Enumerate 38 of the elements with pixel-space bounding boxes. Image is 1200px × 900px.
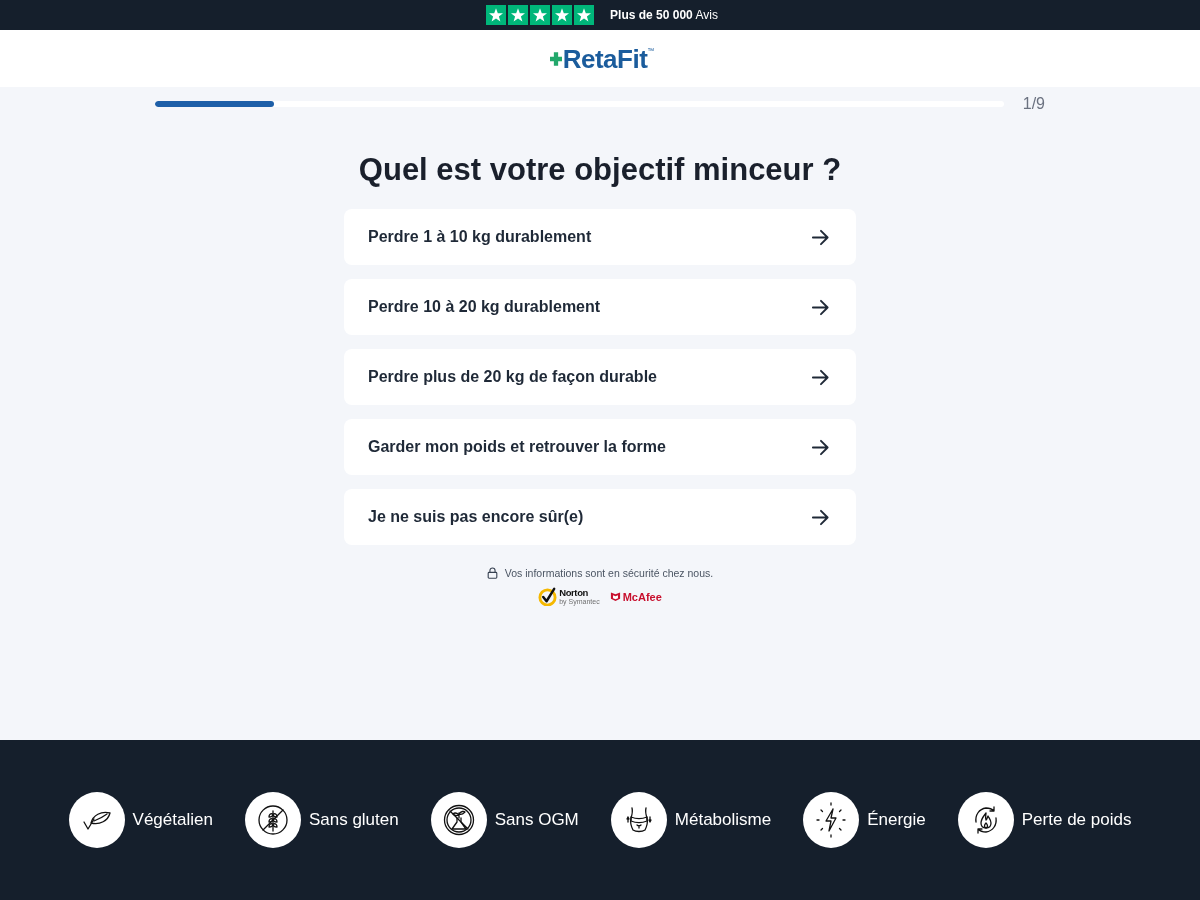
answer-option[interactable]: Perdre 10 à 20 kg durablement [344,279,856,335]
feature-label: Énergie [867,810,926,830]
star-icon [508,5,529,25]
shield-icon [609,591,621,602]
crossed-wheat-icon [244,792,301,848]
feature-label: Métabolisme [674,810,772,830]
plus-icon [549,49,562,68]
arrow-right-icon [811,227,830,247]
answer-option[interactable]: Garder mon poids et retrouver la forme [344,419,856,475]
crossed-flask-icon [430,792,487,848]
feature-label: Sans gluten [308,810,399,830]
badge-name: McAfee [622,590,662,603]
checkmark-seal-icon [538,587,558,606]
step-counter: 1/9 [1022,95,1045,113]
lightning-icon [803,792,860,848]
answer-option[interactable]: Perdre 1 à 10 kg durablement [344,209,856,265]
arrow-right-icon [811,507,830,527]
badge-name: Norton [559,588,589,598]
question-title: Quel est votre objectif minceur ? [358,152,842,188]
star-icon [530,5,551,25]
logo-text: RetaFit [562,43,648,74]
leaf-check-icon [68,792,125,848]
arrow-right-icon [811,297,830,317]
flame-cycle-icon [957,792,1014,848]
feature-label: Végétalien [132,810,213,830]
lock-icon [486,567,498,579]
feature-label: Sans OGM [494,810,579,830]
waist-tape-icon [610,792,667,848]
arrow-right-icon [811,437,830,457]
star-icon [552,5,573,25]
feature-label: Perte de poids [1021,810,1132,830]
star-icon [486,5,507,25]
security-note: Vos informations sont en sécurité chez nous. [504,567,714,579]
answer-option[interactable]: Perdre plus de 20 kg de façon durable [344,349,856,405]
arrow-right-icon [811,367,830,387]
answer-option[interactable]: Je ne suis pas encore sûr(e) [344,489,856,545]
review-count-text: Plus de 50 000 Avis [610,8,718,22]
star-icon [574,5,595,25]
